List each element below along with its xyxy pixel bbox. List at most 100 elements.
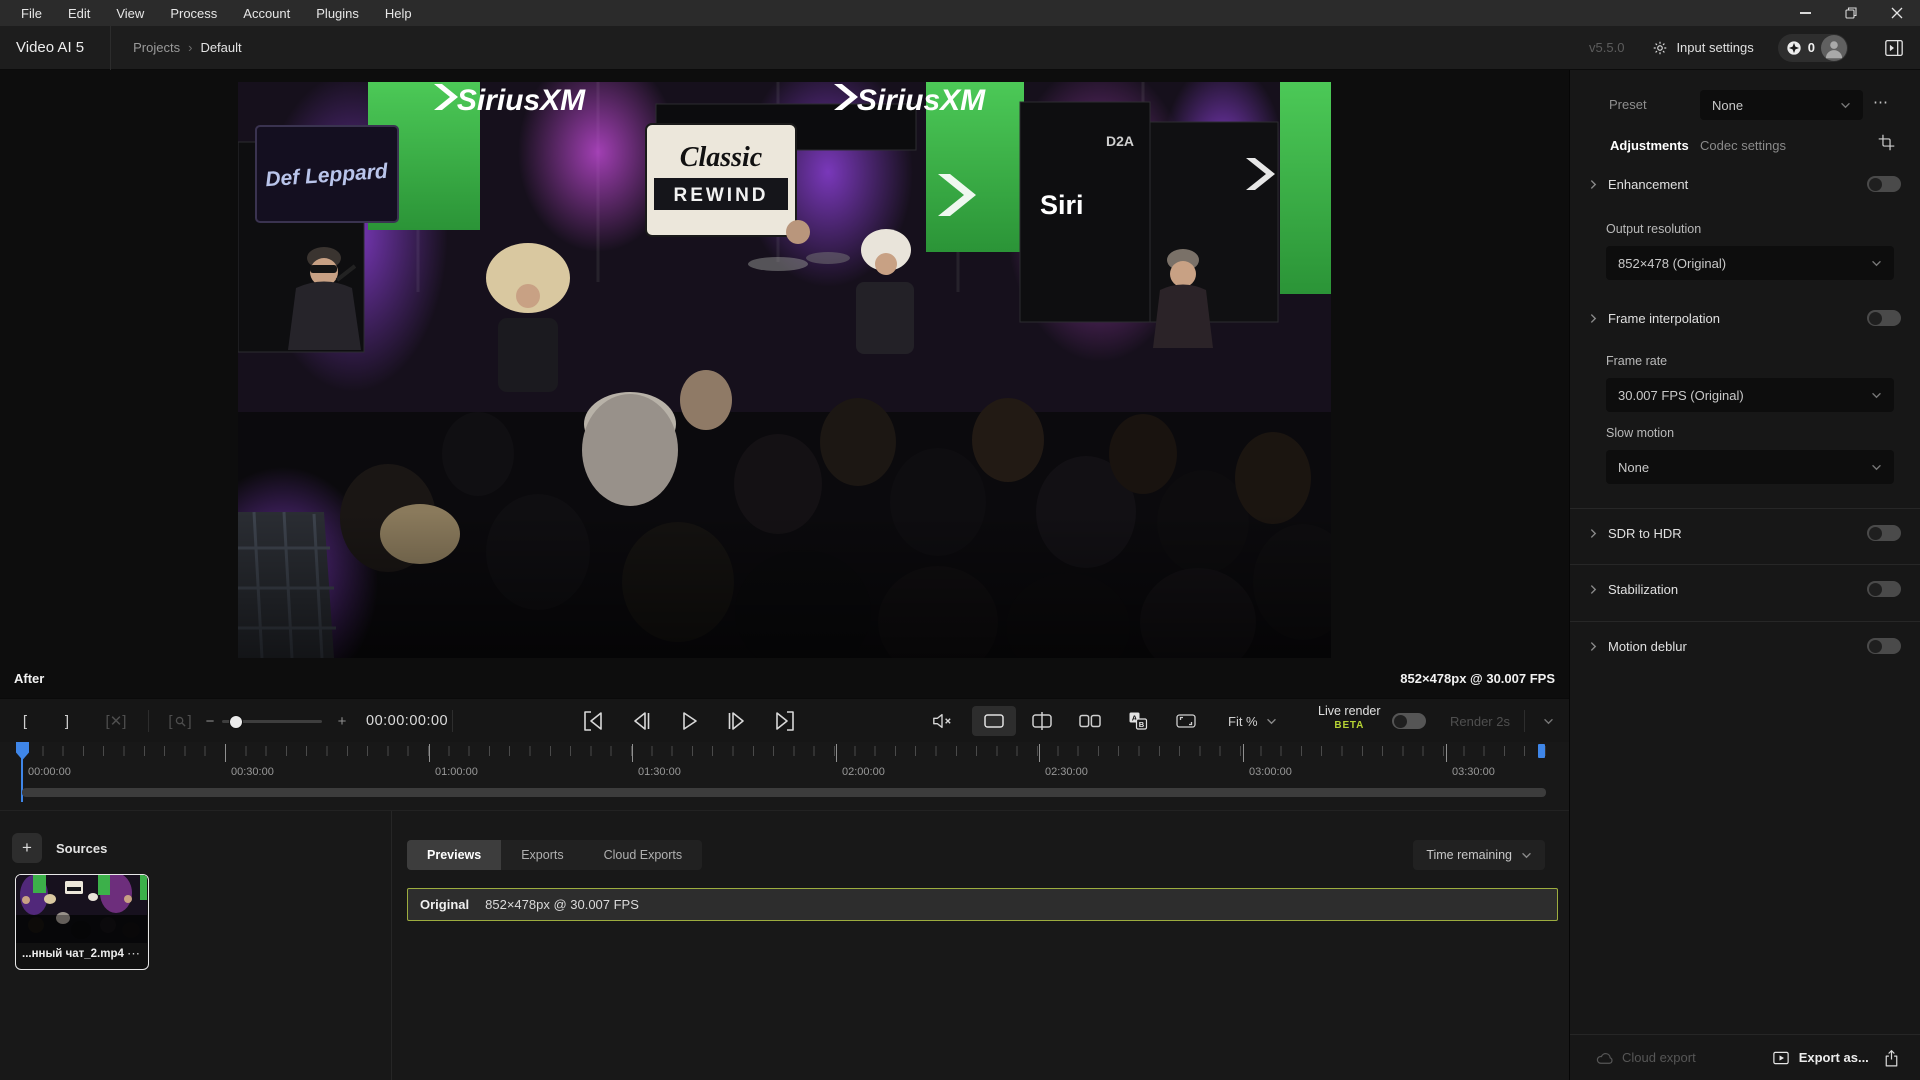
- menu-help[interactable]: Help: [372, 0, 425, 26]
- section-enhancement[interactable]: Enhancement: [1590, 176, 1901, 192]
- playhead[interactable]: [16, 742, 29, 760]
- share-icon: [1884, 1049, 1899, 1067]
- view-ab-compare-button[interactable]: AB: [1116, 706, 1160, 736]
- chevron-down-icon: [1266, 718, 1277, 725]
- input-settings-button[interactable]: Input settings: [1652, 40, 1753, 56]
- sort-dropdown[interactable]: Time remaining: [1413, 840, 1545, 870]
- share-button[interactable]: [1884, 1049, 1899, 1067]
- zoom-slider-knob[interactable]: [230, 716, 242, 728]
- frame-rate-select[interactable]: 30.007 FPS (Original): [1606, 378, 1894, 412]
- play-icon: [677, 709, 701, 733]
- section-stabilization[interactable]: Stabilization: [1590, 581, 1901, 597]
- skip-to-start-button[interactable]: [576, 706, 610, 736]
- restore-icon: [1845, 7, 1857, 19]
- chevron-right-icon: [1590, 179, 1597, 190]
- preset-more-button[interactable]: ⋯: [1873, 93, 1889, 111]
- stabilization-toggle[interactable]: [1867, 581, 1901, 597]
- credits-pill[interactable]: 0: [1778, 34, 1848, 62]
- tick-major: [1446, 744, 1447, 762]
- export-footer: Cloud export Export as...: [1570, 1034, 1920, 1080]
- slow-motion-label: Slow motion: [1606, 426, 1674, 440]
- skip-end-icon: [773, 709, 797, 733]
- timeline-label: 01:30:00: [638, 766, 681, 778]
- menu-plugins[interactable]: Plugins: [303, 0, 372, 26]
- trim-in-button[interactable]: [: [10, 699, 40, 743]
- export-as-button[interactable]: Export as...: [1772, 1050, 1869, 1066]
- preset-select[interactable]: None: [1700, 90, 1863, 120]
- timeline-scrollbar[interactable]: [22, 788, 1546, 797]
- close-icon: [1891, 7, 1903, 19]
- chevron-down-icon: [1871, 464, 1882, 471]
- chevron-down-icon: [1521, 852, 1532, 859]
- preview-zoom-slider[interactable]: [222, 720, 322, 723]
- controls-divider: [148, 710, 149, 732]
- minimize-button[interactable]: [1782, 0, 1828, 26]
- crop-button[interactable]: [1878, 134, 1895, 156]
- panel-toggle-button[interactable]: [1884, 39, 1904, 57]
- prev-frame-icon: [629, 709, 653, 733]
- section-motion-deblur[interactable]: Motion deblur: [1590, 638, 1901, 654]
- view-fullframe-button[interactable]: [1164, 706, 1208, 736]
- avatar[interactable]: [1821, 35, 1847, 61]
- tick-major: [836, 744, 837, 762]
- close-button[interactable]: [1874, 0, 1920, 26]
- breadcrumb-projects[interactable]: Projects: [133, 40, 180, 55]
- zoom-out-button[interactable]: −: [198, 699, 222, 743]
- menu-account[interactable]: Account: [230, 0, 303, 26]
- view-split-button[interactable]: [1020, 706, 1064, 736]
- menu-file[interactable]: File: [8, 0, 55, 26]
- skip-to-end-button[interactable]: [768, 706, 802, 736]
- render-options-button[interactable]: [1532, 706, 1564, 736]
- tab-exports[interactable]: Exports: [501, 840, 583, 870]
- section-sdr-to-hdr[interactable]: SDR to HDR: [1590, 525, 1901, 541]
- source-file-name: ...нный чат_2.mp4: [22, 948, 124, 960]
- crop-icon: [1878, 134, 1895, 151]
- timeline-label: 00:30:00: [231, 766, 274, 778]
- bracket-left: [: [168, 713, 172, 730]
- add-source-button[interactable]: +: [12, 833, 42, 863]
- next-frame-button[interactable]: [720, 706, 754, 736]
- preview-zoom-button[interactable]: [ ]: [158, 699, 202, 743]
- preview-row-original[interactable]: Original 852×478px @ 30.007 FPS: [407, 888, 1558, 921]
- mute-button[interactable]: [922, 706, 962, 736]
- zoom-in-button[interactable]: +: [330, 699, 354, 743]
- view-side-by-side-button[interactable]: [1068, 706, 1112, 736]
- live-render-toggle[interactable]: [1392, 713, 1426, 729]
- slow-motion-select[interactable]: None: [1606, 450, 1894, 484]
- source-more-button[interactable]: ⋯: [127, 946, 140, 962]
- view-single-button[interactable]: [972, 706, 1016, 736]
- previews-tabbar: Previews Exports Cloud Exports: [407, 840, 702, 870]
- menu-edit[interactable]: Edit: [55, 0, 103, 26]
- section-frame-interpolation[interactable]: Frame interpolation: [1590, 310, 1901, 326]
- tab-previews[interactable]: Previews: [407, 840, 501, 870]
- timeline-label: 02:00:00: [842, 766, 885, 778]
- tab-cloud-exports[interactable]: Cloud Exports: [584, 840, 703, 870]
- trim-out-button[interactable]: ]: [52, 699, 82, 743]
- timeline-end-handle[interactable]: [1538, 744, 1545, 758]
- fit-zoom-dropdown[interactable]: Fit %: [1228, 699, 1277, 743]
- enhancement-toggle[interactable]: [1867, 176, 1901, 192]
- timeline[interactable]: 00:00:00 00:30:00 01:00:00 01:30:00 02:0…: [0, 742, 1569, 810]
- output-resolution-label: Output resolution: [1606, 222, 1701, 236]
- tab-codec-settings[interactable]: Codec settings: [1700, 138, 1786, 153]
- sdr-to-hdr-toggle[interactable]: [1867, 525, 1901, 541]
- play-button[interactable]: [672, 706, 706, 736]
- chevron-down-icon: [1871, 392, 1882, 399]
- previous-frame-button[interactable]: [624, 706, 658, 736]
- restore-button[interactable]: [1828, 0, 1874, 26]
- render-button[interactable]: Render 2s: [1450, 699, 1510, 743]
- source-item[interactable]: ...нный чат_2.mp4 ⋯: [15, 874, 149, 970]
- motion-deblur-toggle[interactable]: [1867, 638, 1901, 654]
- single-view-icon: [981, 711, 1007, 731]
- timeline-label: 00:00:00: [28, 766, 71, 778]
- tab-adjustments[interactable]: Adjustments: [1610, 138, 1689, 153]
- breadcrumb: Projects › Default: [111, 40, 242, 55]
- clear-trim-button[interactable]: [✕]: [96, 699, 136, 743]
- menu-process[interactable]: Process: [157, 0, 230, 26]
- output-resolution-select[interactable]: 852×478 (Original): [1606, 246, 1894, 280]
- cloud-export-button[interactable]: Cloud export: [1596, 1050, 1696, 1065]
- minimize-icon: [1800, 12, 1811, 14]
- menu-view[interactable]: View: [103, 0, 157, 26]
- frame-interpolation-toggle[interactable]: [1867, 310, 1901, 326]
- timeline-label: 03:00:00: [1249, 766, 1292, 778]
